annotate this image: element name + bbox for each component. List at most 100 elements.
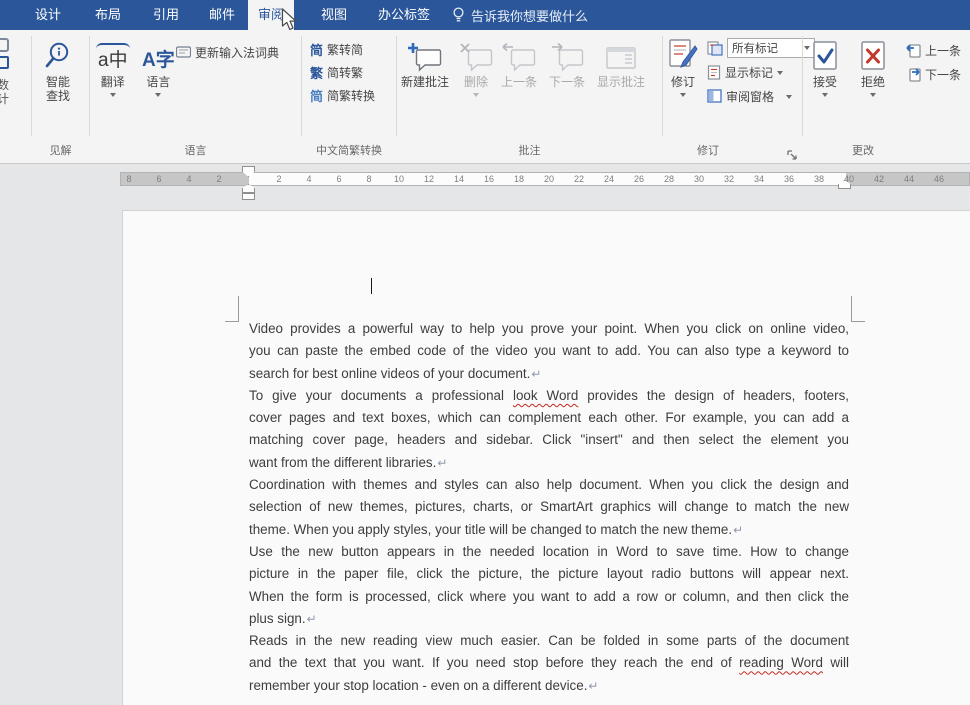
new-comment-icon: [407, 36, 443, 72]
text-line[interactable]: matching cover page, headers and sidebar…: [249, 432, 849, 454]
text-segment: provides the design of headers, footers,: [578, 388, 849, 403]
text-line[interactable]: Reads in the new reading view much easie…: [249, 633, 849, 655]
text-line[interactable]: When the form is processed, click where …: [249, 589, 849, 611]
language-icon: A字: [142, 36, 175, 72]
text-line[interactable]: plus sign.↵: [249, 611, 849, 633]
text-line[interactable]: Video provides a powerful way to help yo…: [249, 321, 849, 343]
conversion-group-label: 中文简繁转换: [302, 142, 396, 158]
tell-me-label: 告诉我你想要做什么: [471, 6, 588, 25]
language-button[interactable]: A字 语言: [142, 36, 175, 97]
tab-4[interactable]: 邮件: [199, 0, 245, 30]
previous-comment-button[interactable]: 上一条: [501, 36, 537, 89]
text-segment: selection of new themes, pictures, chart…: [249, 499, 849, 514]
track-changes-icon: [667, 36, 699, 72]
previous-comment-label: 上一条: [501, 75, 537, 89]
convert-button[interactable]: 简 简繁转换: [310, 85, 375, 105]
ruler-number: 24: [604, 174, 614, 184]
reviewing-pane-label: 审阅窗格: [726, 88, 774, 105]
ruler-number: 26: [634, 174, 644, 184]
ruler-number: 18: [514, 174, 524, 184]
clipped-label-fragment: 计: [0, 90, 9, 107]
tab-2[interactable]: 布局: [85, 0, 131, 30]
next-comment-icon: [550, 36, 584, 72]
show-markup-button[interactable]: 显示标记: [707, 62, 783, 82]
review-ribbon: 数 计 智能查找 见解: [0, 30, 970, 164]
text-segment: will: [823, 655, 849, 670]
paragraph-mark: ↵: [732, 523, 743, 537]
text-line[interactable]: cover pages and text boxes, which can co…: [249, 410, 849, 432]
text-line[interactable]: want from the different libraries.↵: [249, 455, 849, 477]
translate-button[interactable]: a中 翻译: [96, 36, 130, 97]
smart-lookup-label: 智能查找: [44, 75, 72, 103]
show-comments-icon: [605, 36, 637, 72]
ruler-number: 2: [276, 174, 281, 184]
text-segment: Use the new button appears in the needed…: [249, 544, 849, 559]
accept-button[interactable]: 接受: [811, 36, 839, 97]
text-line[interactable]: you can paste the embed code of the vide…: [249, 343, 849, 365]
previous-change-label: 上一条: [925, 42, 961, 59]
text-segment: Video provides a powerful way to help yo…: [249, 321, 849, 336]
track-changes-button[interactable]: 修订: [667, 36, 699, 97]
ruler-number: 34: [754, 174, 764, 184]
text-line[interactable]: selection of new themes, pictures, chart…: [249, 499, 849, 521]
paragraph-mark: ↵: [530, 367, 541, 381]
text-segment: plus sign.: [249, 611, 306, 626]
text-line[interactable]: Use the new button appears in the needed…: [249, 544, 849, 566]
text-segment: you can paste the embed code of the vide…: [249, 343, 849, 358]
dropdown-arrow-icon: [155, 93, 161, 97]
dropdown-arrow-icon: [777, 71, 783, 75]
reviewing-pane-icon: [707, 89, 722, 103]
translate-icon: a中: [96, 36, 130, 72]
new-comment-button[interactable]: 新建批注: [401, 36, 449, 89]
tab-1[interactable]: 设计: [25, 0, 71, 30]
text-segment: picture in the paper file, click the pic…: [249, 566, 849, 581]
update-ime-button[interactable]: 更新输入法词典: [176, 42, 279, 62]
language-group-label: 语言: [90, 142, 301, 158]
text-line[interactable]: Coordination with themes and styles can …: [249, 477, 849, 499]
reject-label: 拒绝: [861, 75, 885, 89]
smart-lookup-button[interactable]: 智能查找: [42, 36, 74, 103]
tab-3[interactable]: 引用: [143, 0, 189, 30]
tab-6[interactable]: 视图: [311, 0, 357, 30]
reject-button[interactable]: 拒绝: [859, 36, 887, 97]
text-segment: search for best online videos of your do…: [249, 366, 530, 381]
update-ime-label: 更新输入法词典: [195, 44, 279, 61]
document-text[interactable]: Video provides a powerful way to help yo…: [249, 321, 849, 700]
ruler-number: 10: [394, 174, 404, 184]
convert-label: 简繁转换: [327, 87, 375, 104]
trad-to-simp-button[interactable]: 简 繁转简: [310, 39, 363, 59]
previous-change-icon: [905, 42, 921, 58]
changes-group: 接受 拒绝 上一条: [803, 30, 970, 163]
simp-to-trad-button[interactable]: 繁 简转繁: [310, 62, 363, 82]
document-page[interactable]: Video provides a powerful way to help yo…: [122, 210, 970, 705]
insights-group: 智能查找 见解: [32, 30, 89, 163]
reviewing-pane-button[interactable]: 审阅窗格: [707, 86, 792, 106]
text-segment: cover pages and text boxes, which can co…: [249, 410, 849, 425]
delete-comment-button[interactable]: 删除: [459, 36, 493, 97]
tracking-dialog-launcher[interactable]: [787, 147, 797, 157]
text-line[interactable]: and the text that you want. If you need …: [249, 655, 849, 677]
text-line[interactable]: picture in the paper file, click the pic…: [249, 566, 849, 588]
ruler-number: 22: [574, 174, 584, 184]
text-segment: and the text that you want. If you need …: [249, 655, 739, 670]
dropdown-arrow-icon: [110, 93, 116, 97]
reject-icon: [859, 36, 887, 72]
show-comments-label: 显示批注: [597, 75, 645, 89]
clipped-icon: [0, 38, 9, 52]
previous-change-button[interactable]: 上一条: [905, 40, 961, 60]
ruler-number: 16: [484, 174, 494, 184]
text-line[interactable]: search for best online videos of your do…: [249, 366, 849, 388]
paragraph-mark: ↵: [306, 612, 317, 626]
tab-7[interactable]: 办公标签: [368, 0, 440, 30]
next-comment-button[interactable]: 下一条: [549, 36, 585, 89]
ruler-number: 8: [366, 174, 371, 184]
next-change-label: 下一条: [925, 66, 961, 83]
next-change-button[interactable]: 下一条: [905, 64, 961, 84]
translate-label: 翻译: [101, 75, 125, 89]
text-line[interactable]: theme. When you apply styles, your title…: [249, 522, 849, 544]
show-comments-button[interactable]: 显示批注: [597, 36, 645, 89]
text-line[interactable]: remember your stop location - even on a …: [249, 678, 849, 700]
left-indent-marker[interactable]: [242, 193, 255, 200]
text-line[interactable]: To give your documents a professional lo…: [249, 388, 849, 410]
tell-me-box[interactable]: 告诉我你想要做什么: [452, 0, 588, 30]
